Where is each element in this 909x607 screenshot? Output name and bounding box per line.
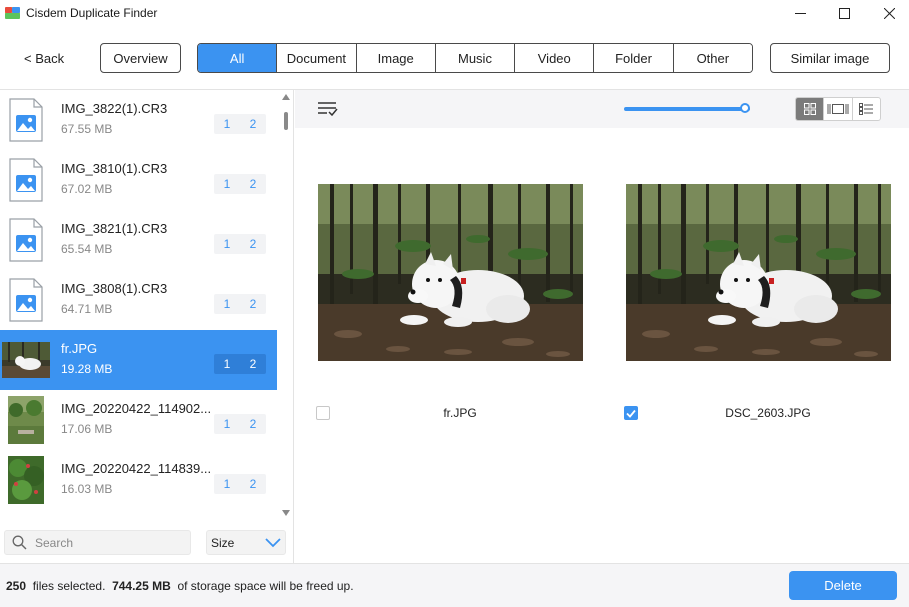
- tab-video[interactable]: Video: [515, 44, 595, 72]
- duplicate-count: 12: [214, 354, 266, 374]
- maximize-button[interactable]: [821, 0, 867, 26]
- file-size: 19.28 MB: [61, 362, 113, 376]
- file-list-item[interactable]: IMG_3821(1).CR3 65.54 MB 12: [0, 210, 277, 270]
- duplicate-preview-image[interactable]: [626, 184, 891, 361]
- search-input[interactable]: [35, 533, 185, 553]
- files-selected-text: files selected.: [32, 579, 106, 593]
- file-list-item[interactable]: IMG_3822(1).CR3 67.55 MB 12: [0, 90, 277, 150]
- duplicate-count: 12: [214, 174, 266, 194]
- duplicate-count: 12: [214, 474, 266, 494]
- duplicate-count: 12: [214, 234, 266, 254]
- file-list-item[interactable]: IMG_20220422_114902... 17.06 MB 12: [0, 390, 277, 450]
- select-checkbox-checked[interactable]: [624, 406, 638, 420]
- similar-image-button[interactable]: Similar image: [770, 43, 890, 73]
- file-list-item[interactable]: IMG_20220422_114839... 16.03 MB 12: [0, 450, 277, 510]
- file-size: 65.54 MB: [61, 242, 113, 256]
- close-button[interactable]: [866, 0, 909, 26]
- duplicate-count: 12: [214, 414, 266, 434]
- file-size: 17.06 MB: [61, 422, 113, 436]
- file-name: IMG_3808(1).CR3: [61, 281, 168, 296]
- select-filter-icon[interactable]: [317, 100, 339, 116]
- list-view-button[interactable]: [853, 98, 880, 120]
- sort-selected-value: Size: [211, 536, 235, 550]
- top-toolbar: < Back Overview All Document Image Music…: [0, 26, 909, 90]
- preview-panel: fr.JPG DSC_2603.JPG: [295, 90, 909, 563]
- scroll-thumb[interactable]: [284, 112, 288, 130]
- window-title: Cisdem Duplicate Finder: [26, 6, 158, 20]
- view-mode-toggle: [795, 97, 881, 121]
- file-list-item[interactable]: IMG_3810(1).CR3 67.02 MB 12: [0, 150, 277, 210]
- dog-photo-thumbnail: [2, 342, 50, 378]
- file-name: IMG_3821(1).CR3: [61, 221, 168, 236]
- image-file-icon: [9, 158, 43, 202]
- preview-file-name: DSC_2603.JPG: [725, 406, 811, 420]
- duplicate-count: 12: [214, 114, 266, 134]
- file-size: 64.71 MB: [61, 302, 113, 316]
- selected-files-count: 250: [6, 579, 27, 593]
- image-file-icon: [9, 278, 43, 322]
- overview-button[interactable]: Overview: [100, 43, 181, 73]
- freed-space-text: of storage space will be freed up.: [177, 579, 354, 593]
- tab-image[interactable]: Image: [356, 44, 436, 72]
- garden-photo-thumbnail: [8, 396, 44, 444]
- tab-music[interactable]: Music: [435, 44, 516, 72]
- file-size: 16.03 MB: [61, 482, 113, 496]
- duplicate-file-panel: IMG_3822(1).CR3 67.55 MB 12 IMG_3810(1).…: [0, 90, 294, 563]
- file-list-item[interactable]: IMG_3808(1).CR3 64.71 MB 12: [0, 270, 277, 330]
- delete-button[interactable]: Delete: [789, 571, 897, 600]
- file-size: 67.55 MB: [61, 122, 113, 136]
- dog-photo: [318, 184, 583, 361]
- tab-document[interactable]: Document: [277, 44, 357, 72]
- select-checkbox[interactable]: [316, 406, 330, 420]
- file-name: fr.JPG: [61, 341, 98, 356]
- preview-file-name: fr.JPG: [443, 406, 477, 420]
- dog-photo: [626, 184, 891, 361]
- sort-dropdown[interactable]: Size: [206, 530, 286, 555]
- scroll-up-arrow-icon[interactable]: [282, 94, 290, 100]
- tab-all[interactable]: All: [198, 44, 278, 72]
- chevron-down-icon: [265, 538, 281, 548]
- search-box: [4, 530, 191, 555]
- image-file-icon: [9, 98, 43, 142]
- search-icon: [12, 535, 27, 550]
- selection-status: 250 files selected. 744.25 MB of storage…: [6, 579, 354, 593]
- list-view-icon: [859, 103, 874, 115]
- compare-view-icon: [827, 104, 849, 114]
- grid-view-icon: [803, 103, 816, 115]
- back-button[interactable]: < Back: [24, 51, 64, 66]
- tab-other[interactable]: Other: [673, 44, 752, 72]
- compare-view-button[interactable]: [824, 98, 853, 120]
- file-name: IMG_20220422_114902...: [61, 401, 212, 416]
- duplicate-file-list[interactable]: IMG_3822(1).CR3 67.55 MB 12 IMG_3810(1).…: [0, 90, 277, 520]
- freed-space-size: 744.25 MB: [112, 579, 171, 593]
- checkmark-icon: [626, 409, 636, 418]
- close-icon: [883, 7, 895, 19]
- preview-toolbar: [295, 90, 909, 128]
- grid-view-button[interactable]: [796, 98, 825, 120]
- plant-photo-thumbnail: [8, 456, 44, 504]
- status-bar: 250 files selected. 744.25 MB of storage…: [0, 563, 909, 607]
- image-file-icon: [9, 218, 43, 262]
- file-name: IMG_3810(1).CR3: [61, 161, 168, 176]
- minimize-button[interactable]: [777, 0, 823, 26]
- title-bar: Cisdem Duplicate Finder: [0, 0, 909, 26]
- file-list-scrollbar[interactable]: [279, 90, 293, 520]
- file-name: IMG_3822(1).CR3: [61, 101, 168, 116]
- zoom-slider-knob[interactable]: [740, 103, 750, 113]
- app-logo-icon: [5, 7, 20, 19]
- tab-folder[interactable]: Folder: [594, 44, 674, 72]
- file-name: IMG_20220422_114839...: [61, 461, 212, 476]
- scroll-down-arrow-icon[interactable]: [282, 510, 290, 516]
- minimize-icon: [794, 12, 806, 14]
- duplicate-preview-image[interactable]: [318, 184, 583, 361]
- duplicate-count: 12: [214, 294, 266, 314]
- file-list-item-selected[interactable]: fr.JPG 19.28 MB 12: [0, 330, 277, 390]
- zoom-slider-track[interactable]: [624, 107, 750, 111]
- file-size: 67.02 MB: [61, 182, 113, 196]
- maximize-icon: [838, 7, 850, 19]
- file-type-tabs: All Document Image Music Video Folder Ot…: [197, 43, 753, 73]
- zoom-slider[interactable]: [624, 103, 750, 114]
